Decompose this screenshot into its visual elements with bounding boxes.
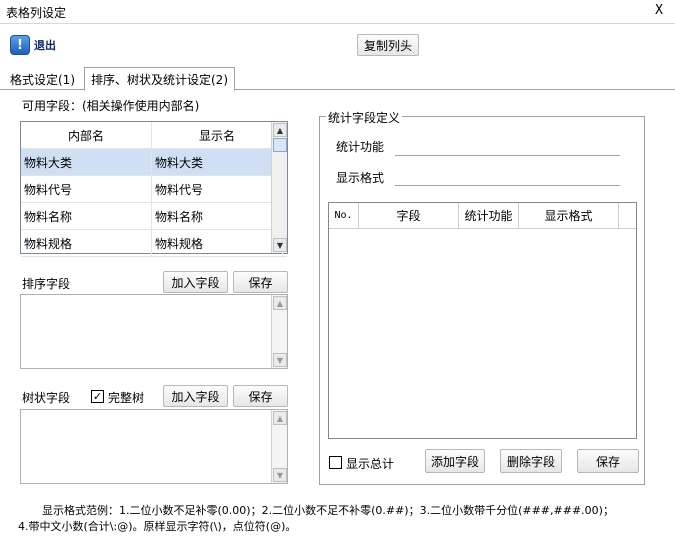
hint-line-2: 4.带中文小数(合计\:@)。原样显示字符(\)，点位符(@)。: [18, 520, 297, 533]
toolbar: ! 退出 复制列头: [0, 24, 675, 64]
exit-info-icon: !: [10, 35, 30, 55]
close-icon[interactable]: X: [655, 3, 663, 18]
scroll-down-icon[interactable]: ▼: [273, 238, 287, 252]
stat-function-label: 统计功能: [336, 140, 385, 154]
scroll-up-icon[interactable]: ▲: [273, 411, 287, 425]
scroll-up-icon[interactable]: ▲: [273, 123, 287, 137]
available-fields-label: 可用字段：(相关操作使用内部名): [22, 99, 200, 113]
sort-save-button[interactable]: 保存: [233, 271, 288, 293]
sort-add-field-button[interactable]: 加入字段: [163, 271, 228, 293]
show-total-label: 显示总计: [346, 457, 395, 471]
column-header-no[interactable]: No.: [329, 203, 359, 228]
sort-fields-textarea[interactable]: ▲ ▼: [20, 294, 288, 369]
list-item[interactable]: 物料大类 物料大类: [21, 149, 287, 176]
scroll-thumb[interactable]: [273, 138, 287, 152]
column-header-display-name[interactable]: 显示名: [152, 122, 283, 148]
list-item[interactable]: 物料名称 物料名称: [21, 203, 287, 230]
complete-tree-checkbox[interactable]: ✓: [91, 390, 104, 403]
copy-header-button[interactable]: 复制列头: [357, 34, 419, 56]
tab-format[interactable]: 格式设定(1): [4, 68, 81, 90]
stat-fields-grid[interactable]: No. 字段 统计功能 显示格式: [328, 202, 637, 439]
column-header-display-format[interactable]: 显示格式: [519, 203, 619, 228]
sort-scrollbar[interactable]: ▲ ▼: [271, 295, 287, 368]
stat-group-legend: 统计字段定义: [326, 109, 403, 126]
list-scrollbar[interactable]: ▲ ▼: [271, 122, 287, 253]
column-header-stat-function[interactable]: 统计功能: [459, 203, 519, 228]
window-title: 表格列设定: [6, 6, 67, 20]
stat-grid-header: No. 字段 统计功能 显示格式: [329, 203, 636, 229]
stat-save-button[interactable]: 保存: [577, 449, 639, 473]
column-header-field[interactable]: 字段: [359, 203, 459, 228]
stat-delete-field-button[interactable]: 删除字段: [500, 449, 562, 473]
cell-internal-name: 物料规格: [21, 230, 152, 256]
list-item[interactable]: 物料代号 物料代号: [21, 176, 287, 203]
cell-internal-name: 物料名称: [21, 203, 152, 229]
format-examples-hint: 显示格式范例：1.二位小数不足补零(0.00)；2.二位小数不足不补零(0.##…: [18, 503, 668, 535]
scroll-down-icon[interactable]: ▼: [273, 353, 287, 367]
scroll-down-icon[interactable]: ▼: [273, 468, 287, 482]
hint-line-1: 显示格式范例：1.二位小数不足补零(0.00)；2.二位小数不足不补零(0.##…: [42, 504, 614, 517]
cell-display-name: 物料大类: [152, 149, 283, 175]
column-header-internal-name[interactable]: 内部名: [21, 122, 152, 148]
tab-sort-tree-stat[interactable]: 排序、树状及统计设定(2): [84, 67, 235, 91]
tree-fields-textarea[interactable]: ▲ ▼: [20, 409, 288, 484]
scroll-up-icon[interactable]: ▲: [273, 296, 287, 310]
available-fields-list[interactable]: 内部名 显示名 物料大类 物料大类 物料代号 物料代号 物料名称 物料名称 物料…: [20, 121, 288, 257]
sort-fields-label: 排序字段: [22, 277, 71, 291]
stat-function-field[interactable]: [395, 155, 620, 156]
cell-display-name: 物料名称: [152, 203, 283, 229]
tree-save-button[interactable]: 保存: [233, 385, 288, 407]
tree-scrollbar[interactable]: ▲ ▼: [271, 410, 287, 483]
show-total-checkbox[interactable]: [329, 456, 342, 469]
exit-button[interactable]: ! 退出: [10, 34, 56, 56]
list-header: 内部名 显示名: [21, 122, 287, 149]
tab-bar: 格式设定(1) 排序、树状及统计设定(2): [0, 64, 675, 91]
tree-add-field-button[interactable]: 加入字段: [163, 385, 228, 407]
list-item[interactable]: 物料规格 物料规格: [21, 230, 287, 257]
tree-fields-label: 树状字段: [22, 391, 71, 405]
exit-label: 退出: [34, 39, 56, 52]
complete-tree-label: 完整树: [108, 391, 145, 405]
title-bar: 表格列设定 X: [0, 0, 675, 24]
display-format-field[interactable]: [395, 185, 620, 186]
stat-add-field-button[interactable]: 添加字段: [425, 449, 485, 473]
cell-display-name: 物料代号: [152, 176, 283, 202]
display-format-label: 显示格式: [336, 171, 385, 185]
cell-display-name: 物料规格: [152, 230, 283, 256]
cell-internal-name: 物料代号: [21, 176, 152, 202]
cell-internal-name: 物料大类: [21, 149, 152, 175]
